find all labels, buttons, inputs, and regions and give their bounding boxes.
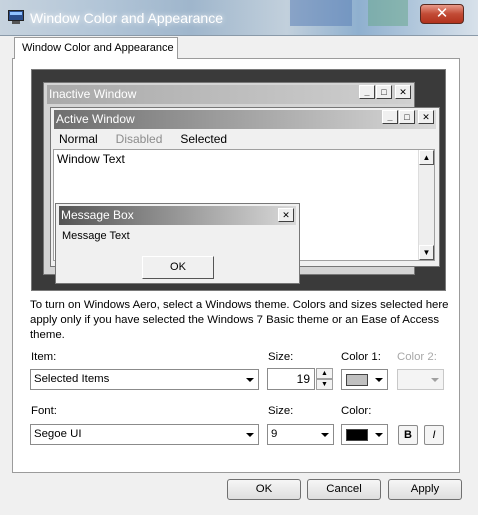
chevron-down-icon (246, 378, 254, 382)
message-box-preview[interactable]: Message Box ✕ Message Text OK (55, 203, 300, 284)
close-button[interactable]: ✕ (420, 4, 464, 24)
chevron-down-icon (375, 433, 383, 437)
bold-button[interactable]: B (398, 425, 418, 445)
minimize-icon[interactable]: _ (359, 85, 375, 99)
chevron-down-icon (246, 433, 254, 437)
menu-item-disabled[interactable]: Disabled (116, 130, 163, 146)
maximize-icon[interactable]: □ (399, 110, 415, 124)
spin-up-icon[interactable]: ▲ (316, 368, 333, 379)
spin-down-icon[interactable]: ▼ (316, 379, 333, 390)
font-size-value: 9 (271, 428, 278, 440)
color2-picker[interactable] (397, 369, 444, 390)
scroll-down-icon[interactable]: ▼ (419, 245, 434, 260)
active-window-caption[interactable]: Active Window (54, 110, 436, 129)
title-bar: Window Color and Appearance ✕ (0, 0, 478, 36)
item-size-stepper[interactable]: ▲ ▼ (316, 368, 333, 390)
chevron-down-icon (375, 378, 383, 382)
italic-button[interactable]: I (424, 425, 444, 445)
menu-item-normal[interactable]: Normal (59, 130, 98, 146)
inactive-window-caption[interactable]: Inactive Window (47, 85, 411, 104)
chevron-down-icon (431, 378, 439, 382)
message-box-caption[interactable]: Message Box (59, 206, 296, 225)
item-select[interactable]: Selected Items (30, 369, 259, 390)
maximize-icon[interactable]: □ (376, 85, 392, 99)
close-icon[interactable]: ✕ (278, 208, 294, 222)
font-select-value: Segoe UI (34, 428, 82, 440)
chevron-down-icon (321, 433, 329, 437)
font-color-swatch (346, 429, 368, 441)
minimize-icon[interactable]: _ (382, 110, 398, 124)
item-select-value: Selected Items (34, 373, 110, 385)
preview-menu-bar: Normal Disabled Selected (55, 130, 241, 148)
color1-picker[interactable] (341, 369, 388, 390)
window-title: Window Color and Appearance (30, 10, 224, 26)
window-text[interactable]: Window Text (57, 152, 125, 166)
font-color-picker[interactable] (341, 424, 388, 445)
font-label: Font: (31, 405, 57, 417)
preview-ok-button[interactable]: OK (142, 256, 214, 279)
message-text[interactable]: Message Text (62, 230, 130, 242)
info-text: To turn on Windows Aero, select a Window… (30, 299, 449, 341)
preview-scrollbar[interactable]: ▲ ▼ (418, 150, 434, 260)
font-size-select[interactable]: 9 (267, 424, 334, 445)
font-size-label: Size: (268, 405, 294, 417)
close-icon[interactable]: ✕ (418, 110, 434, 124)
color1-label: Color 1: (341, 351, 381, 363)
item-size-input[interactable]: 19 (267, 368, 315, 390)
color1-swatch (346, 374, 368, 386)
scroll-up-icon[interactable]: ▲ (419, 150, 434, 165)
close-icon[interactable]: ✕ (395, 85, 411, 99)
apply-button[interactable]: Apply (388, 479, 462, 500)
item-size-label: Size: (268, 351, 294, 363)
display-icon (8, 10, 24, 24)
menu-item-selected[interactable]: Selected (180, 130, 227, 146)
cancel-button[interactable]: Cancel (307, 479, 381, 500)
item-label: Item: (31, 351, 57, 363)
tab-window-color-and-appearance[interactable]: Window Color and Appearance (14, 37, 178, 59)
font-select[interactable]: Segoe UI (30, 424, 259, 445)
color2-label: Color 2: (397, 351, 437, 363)
font-color-label: Color: (341, 405, 372, 417)
ok-button[interactable]: OK (227, 479, 301, 500)
